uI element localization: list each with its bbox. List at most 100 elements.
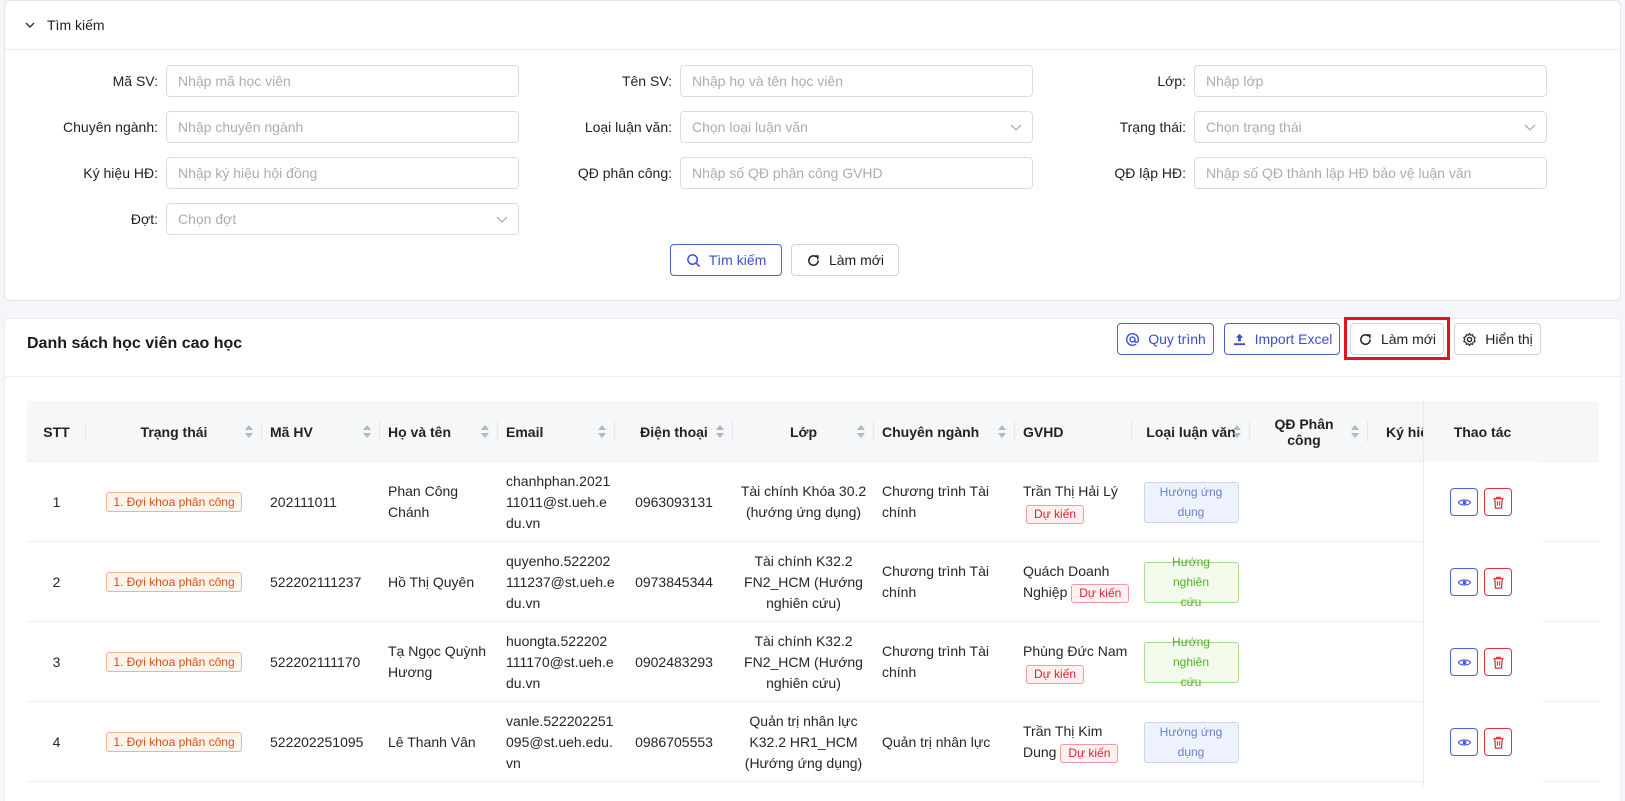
sort-icon[interactable] (597, 424, 607, 439)
display-settings-button[interactable]: Hiển thị (1454, 323, 1541, 355)
field-qd-lap-hd: QĐ lập HĐ: Nhập số QĐ thành lập HĐ bảo v… (1114, 157, 1547, 189)
table-body: 1 1. Đợi khoa phân công 202111011 Phan C… (27, 462, 1599, 782)
thesis-type-badge: Hướng ứng dụng (1143, 481, 1239, 523)
table-row[interactable]: 1 1. Đợi khoa phân công 202111011 Phan C… (27, 462, 1599, 542)
cell-major: Chương trình Tài chính (874, 462, 1015, 542)
dot-select[interactable]: Chọn đợt (166, 203, 519, 235)
cell-thesis-type: Hướng ứng dụng (1132, 702, 1250, 782)
sort-icon[interactable] (480, 424, 490, 439)
thesis-type-line: Hướng nghiên (1172, 555, 1210, 589)
sort-icon[interactable] (244, 424, 254, 439)
view-button[interactable] (1450, 568, 1478, 596)
sort-icon[interactable] (1232, 424, 1242, 439)
trang-thai-select[interactable]: Chọn trạng thái (1194, 111, 1547, 143)
chuyen-nganh-input[interactable]: Nhập chuyên ngành (166, 111, 519, 143)
col-actions: Thao tác (1423, 401, 1542, 462)
delete-button[interactable] (1484, 488, 1512, 516)
search-button[interactable]: Tìm kiếm (670, 244, 782, 276)
ky-hieu-hd-input[interactable]: Nhập ký hiệu hội đồng (166, 157, 519, 189)
col-ma-hv[interactable]: Mã HV (262, 401, 380, 462)
email-line: 111237@st.ueh.e (506, 573, 615, 590)
search-icon (686, 253, 700, 267)
lop-input[interactable]: Nhập lớp (1194, 65, 1547, 97)
table-row[interactable]: 2 1. Đợi khoa phân công 522202111237 Hồ … (27, 542, 1599, 622)
loai-luan-van-select[interactable]: Chọn loại luận văn (680, 111, 1033, 143)
col-name[interactable]: Họ và tên (380, 401, 498, 462)
thesis-type-badge: Hướng ứng dụng (1143, 721, 1239, 763)
qd-lap-hd-input[interactable]: Nhập số QĐ thành lập HĐ bảo vệ luận văn (1194, 157, 1547, 189)
class-line: Quản trị nhân lực (749, 712, 858, 729)
at-icon (1126, 332, 1140, 346)
reset-search-button[interactable]: Làm mới (791, 244, 899, 276)
qd-phan-cong-input[interactable]: Nhập số QĐ phân công GVHD (680, 157, 1033, 189)
search-panel-header[interactable]: Tìm kiếm (5, 1, 1620, 50)
col-ky-hieu: Ký hiệ (1368, 401, 1423, 462)
cell-thesis-type: Hướng ứng dụng (1132, 462, 1250, 542)
process-button[interactable]: Quy trình (1117, 323, 1214, 355)
class-line: K32.2 HR1_HCM (749, 733, 858, 750)
delete-button[interactable] (1484, 568, 1512, 596)
col-phone[interactable]: Điện thoại (615, 401, 733, 462)
col-qd-phan-cong[interactable]: QĐ Phân công (1250, 401, 1368, 462)
class-line: FN2_HCM (Hướng (744, 653, 863, 670)
thesis-type-line: cứu (1180, 595, 1202, 609)
table-row[interactable]: 4 1. Đợi khoa phân công 522202251095 Lê … (27, 702, 1599, 782)
ma-sv-input[interactable]: Nhập mã học viên (166, 65, 519, 97)
cell-ma-hv: 522202111237 (270, 573, 362, 590)
major-line: Chương trình Tài (882, 483, 990, 499)
cell-ky-hieu (1368, 542, 1423, 622)
cell-status: 1. Đợi khoa phân công (86, 462, 262, 542)
col-stt-label: STT (43, 423, 70, 440)
cell-email: chanhphan.2021 11011@st.ueh.e du.vn (498, 462, 615, 542)
col-email-label: Email (506, 423, 544, 440)
chevron-down-icon (496, 216, 508, 223)
cell-name: Hồ Thị Quyên (380, 542, 498, 622)
col-class[interactable]: Lớp (733, 401, 874, 462)
view-button[interactable] (1450, 648, 1478, 676)
col-advisor: GVHD (1015, 401, 1132, 462)
view-button[interactable] (1450, 728, 1478, 756)
cell-actions (1423, 542, 1542, 622)
advisor-line: Dung (1023, 744, 1057, 760)
sort-icon[interactable] (715, 424, 725, 439)
col-email[interactable]: Email (498, 401, 615, 462)
display-settings-button-label: Hiển thị (1485, 331, 1533, 347)
label-qd-lap-hd: QĐ lập HĐ: (1114, 165, 1186, 181)
import-excel-button[interactable]: Import Excel (1224, 323, 1340, 355)
cell-class: Tài chính Khóa 30.2 (hướng ứng dụng) (733, 462, 874, 542)
ten-sv-input[interactable]: Nhập họ và tên học viên (680, 65, 1033, 97)
cell-phone: 0986705553 (635, 733, 713, 750)
name-line: Phan Công (388, 483, 459, 499)
sort-icon[interactable] (1350, 424, 1360, 439)
major-line: chính (882, 664, 917, 680)
thesis-type-badge: Hướng nghiên cứu (1143, 635, 1239, 689)
label-ky-hieu-hd: Ký hiệu HĐ: (83, 165, 158, 181)
table-row[interactable]: 3 1. Đợi khoa phân công 522202111170 Tạ … (27, 622, 1599, 702)
trash-icon (1492, 736, 1504, 749)
name-line: Hương (388, 664, 433, 680)
label-lop: Lớp: (1157, 73, 1186, 89)
col-ky-hieu-label: Ký hiệ (1386, 423, 1423, 440)
view-button[interactable] (1450, 488, 1478, 516)
sort-icon[interactable] (362, 424, 372, 439)
eye-icon (1457, 738, 1471, 746)
chevron-down-icon (1524, 124, 1536, 131)
label-loai-luan-van: Loại luận văn: (584, 119, 672, 135)
sort-icon[interactable] (856, 424, 866, 439)
field-ten-sv: Tên SV: Nhập họ và tên học viên (622, 65, 1033, 97)
name-line: Hồ Thị Quyên (388, 573, 475, 590)
cell-ky-hieu (1368, 622, 1423, 702)
delete-button[interactable] (1484, 728, 1512, 756)
sort-icon[interactable] (997, 424, 1007, 439)
thesis-type-line: dụng (1177, 745, 1205, 759)
col-thesis-type[interactable]: Loại luận văn (1132, 401, 1250, 462)
cell-email: huongta.522202 111170@st.ueh.e du.vn (498, 622, 615, 702)
status-badge: 1. Đợi khoa phân công (106, 652, 242, 672)
delete-button[interactable] (1484, 648, 1512, 676)
thesis-type-line: cứu (1180, 675, 1202, 689)
class-line: (Hướng ứng dụng) (744, 754, 863, 771)
col-major[interactable]: Chuyên ngành (874, 401, 1015, 462)
col-status[interactable]: Trạng thái (86, 401, 262, 462)
col-major-label: Chuyên ngành (882, 423, 980, 440)
cell-email: vanle.522202251 095@st.ueh.edu. vn (498, 702, 615, 782)
